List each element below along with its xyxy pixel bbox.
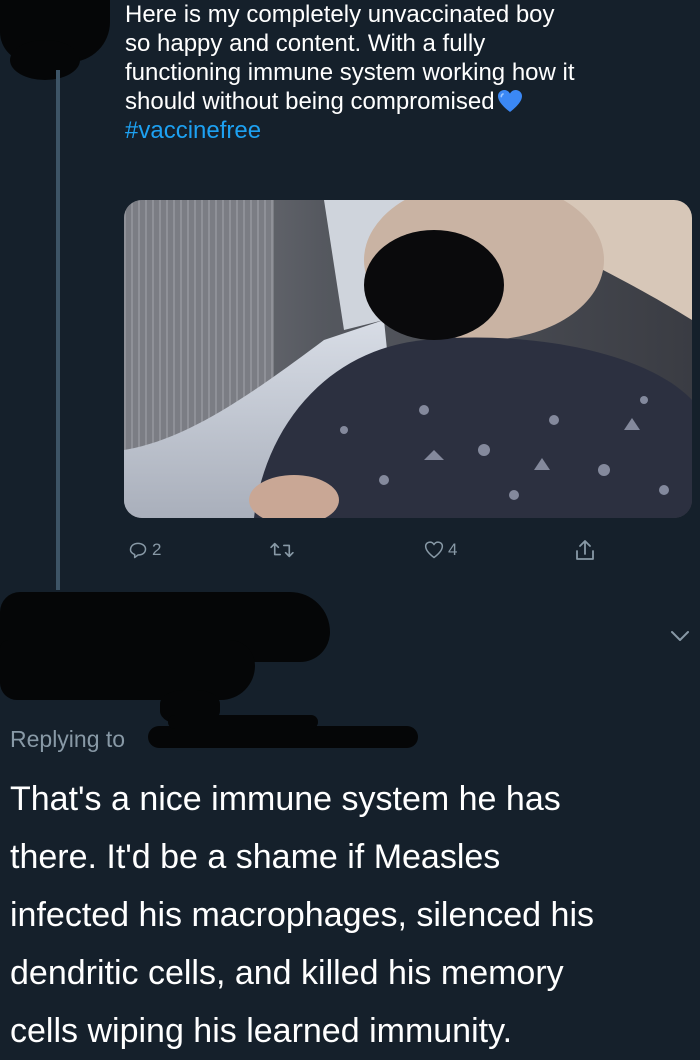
- redacted-avatar-scribble: [10, 40, 80, 80]
- tweet-text-line: Here is my completely unvaccinated boy: [125, 1, 555, 28]
- tweet-text-line: so happy and content. With a fully: [125, 30, 486, 57]
- hashtag-link[interactable]: #vaccinefree: [125, 116, 695, 145]
- redacted-reply-author-scribble: [0, 640, 255, 700]
- reply-body: That's a nice immune system he has there…: [10, 770, 695, 1060]
- blue-heart-icon: [497, 90, 522, 112]
- reply-icon: [129, 542, 147, 559]
- heart-icon: [424, 541, 444, 559]
- reply-text-line: cells wiping his learned immunity.: [10, 1012, 513, 1050]
- retweet-button[interactable]: [270, 535, 298, 565]
- tweet-text-line: should without being compromised: [125, 87, 695, 116]
- share-icon: [576, 540, 594, 560]
- reply-button[interactable]: 2: [128, 535, 161, 565]
- tweet-action-bar: 2 4: [0, 535, 700, 565]
- replying-to-text: Replying to: [10, 726, 126, 752]
- like-count: 4: [448, 540, 458, 559]
- tweet-body: Here is my completely unvaccinated boy s…: [125, 0, 695, 145]
- replying-to-label: Replying to: [10, 726, 125, 753]
- tweet-photo[interactable]: [124, 200, 692, 518]
- like-button[interactable]: 4: [424, 535, 457, 565]
- redacted-replying-to-handle: [148, 726, 418, 748]
- photo-icon: [124, 200, 692, 518]
- share-button[interactable]: [574, 535, 596, 565]
- reply-count: 2: [152, 540, 162, 559]
- tweet-text-segment: should without being compromised: [125, 88, 495, 115]
- tweet-text-line: functioning immune system working how it: [125, 59, 575, 86]
- retweet-icon: [270, 542, 294, 558]
- redacted-replying-to-scribble: [168, 715, 318, 729]
- reply-text-line: That's a nice immune system he has: [10, 780, 561, 818]
- chevron-down-icon[interactable]: [668, 626, 692, 646]
- reply-text-line: infected his macrophages, silenced his: [10, 896, 594, 934]
- reply-text-line: there. It'd be a shame if Measles: [10, 838, 501, 876]
- thread-connector-line: [56, 70, 60, 590]
- reply-text-line: dendritic cells, and killed his memory: [10, 954, 564, 992]
